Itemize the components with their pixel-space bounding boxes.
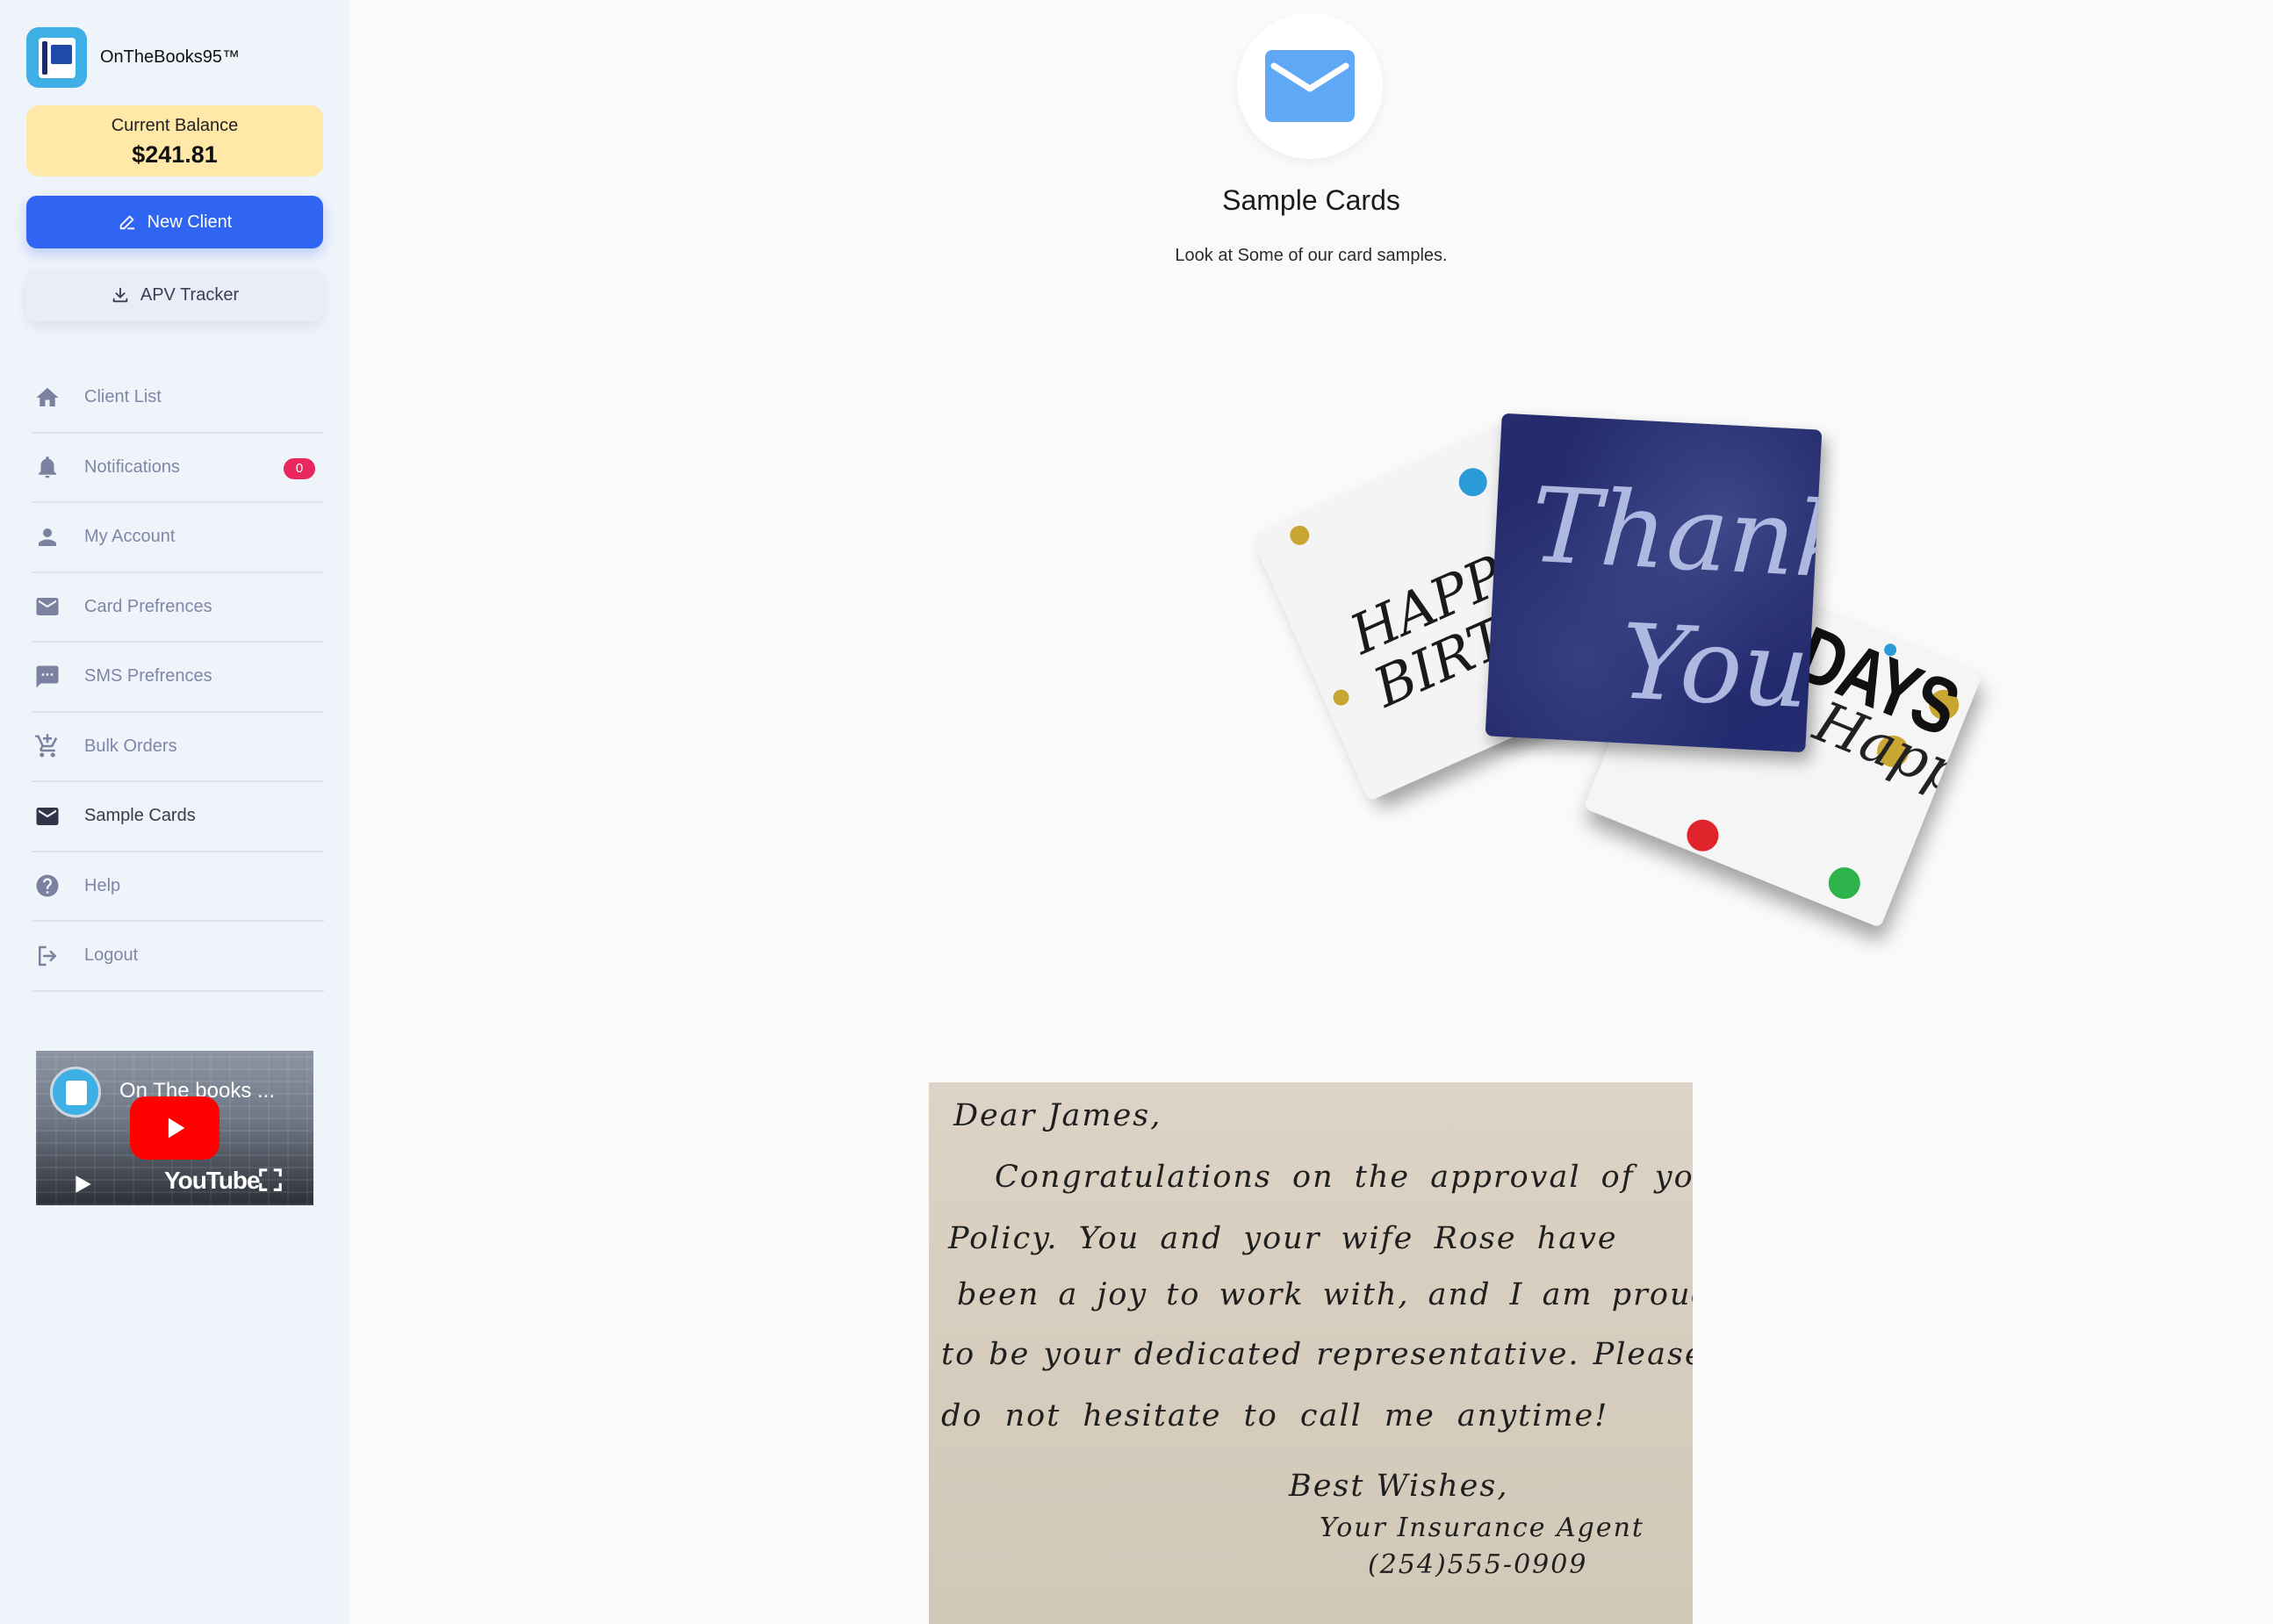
letter-line: Best Wishes, (1289, 1469, 1509, 1504)
notification-count-badge: 0 (284, 457, 315, 479)
logout-icon (32, 941, 62, 971)
app-logo (26, 26, 87, 88)
letter-line: Your Insurance Agent (1320, 1513, 1644, 1543)
sidebar: OnTheBooks95™ Current Balance $241.81 Ne… (0, 0, 349, 1624)
sidebar-item-logout[interactable]: Logout (32, 922, 324, 992)
thank-you-card-text: Thank You (1521, 459, 1823, 739)
sidebar-item-label: Notifications (84, 456, 180, 477)
new-client-label: New Client (147, 212, 233, 232)
letter-line: Policy. You and your wife Rose have (948, 1221, 1618, 1256)
main-content: Sample Cards Look at Some of our card sa… (349, 0, 2273, 1624)
sample-cards-stack: HAPPY BIRTHDAY Happy HOLIDAYS Thank You (1251, 395, 2026, 992)
mail-icon (32, 801, 62, 831)
person-icon (32, 522, 62, 552)
sidebar-item-notifications[interactable]: Notifications 0 (32, 434, 324, 503)
sidebar-item-card-preferences[interactable]: Card Prefrences (32, 573, 324, 643)
letter-line: Congratulations on the approval of your (995, 1160, 1693, 1195)
sidebar-item-label: Card Prefrences (84, 596, 212, 616)
page-subtitle: Look at Some of our card samples. (1175, 246, 1448, 265)
download-icon (112, 287, 128, 303)
sidebar-item-my-account[interactable]: My Account (32, 503, 324, 573)
letter-line: to be your dedicated representative. Ple… (941, 1337, 1693, 1372)
balance-value: $241.81 (132, 141, 218, 168)
fullscreen-icon[interactable] (257, 1167, 284, 1193)
letter-line: Dear James, (953, 1098, 1162, 1133)
header-mail-badge (1237, 13, 1383, 159)
channel-avatar[interactable] (50, 1067, 101, 1117)
sidebar-item-help[interactable]: Help (32, 852, 324, 922)
cart-icon (32, 731, 62, 761)
brand[interactable]: OnTheBooks95™ (26, 26, 240, 88)
pencil-icon (119, 215, 134, 230)
sidebar-item-sms-preferences[interactable]: SMS Prefrences (32, 643, 324, 713)
bell-icon (32, 452, 62, 482)
mail-icon (1265, 50, 1355, 122)
sidebar-item-sample-cards[interactable]: Sample Cards (32, 782, 324, 852)
youtube-play-button[interactable] (130, 1096, 219, 1160)
sidebar-nav: Client List Notifications 0 My Account C… (32, 363, 324, 992)
sidebar-item-label: Logout (84, 945, 139, 966)
sidebar-item-label: SMS Prefrences (84, 666, 212, 686)
page-title: Sample Cards (1222, 184, 1400, 216)
youtube-logo[interactable]: YouTube (164, 1167, 261, 1195)
sidebar-item-label: Bulk Orders (84, 736, 177, 756)
mail-icon (32, 592, 62, 622)
help-icon (32, 871, 62, 901)
youtube-video-embed[interactable]: On The books ... YouTube (36, 1051, 313, 1205)
home-icon (32, 383, 62, 413)
sidebar-item-bulk-orders[interactable]: Bulk Orders (32, 713, 324, 782)
play-control-icon[interactable] (71, 1172, 94, 1196)
brand-name: OnTheBooks95™ (100, 47, 240, 67)
letter-line: been a joy to work with, and I am proud (957, 1277, 1693, 1312)
letter-line: do not hesitate to call me anytime! (941, 1398, 1609, 1434)
letter-line: (254)555-0909 (1368, 1549, 1588, 1580)
chat-icon (32, 662, 62, 692)
handwritten-letter-sample: Dear James, Congratulations on the appro… (929, 1082, 1693, 1624)
sidebar-item-client-list[interactable]: Client List (32, 363, 324, 434)
play-icon (168, 1117, 185, 1139)
balance-card: Current Balance $241.81 (26, 105, 323, 176)
sidebar-item-label: My Account (84, 527, 176, 547)
sidebar-item-label: Sample Cards (84, 806, 196, 826)
sidebar-item-label: Help (84, 875, 121, 895)
balance-label: Current Balance (111, 116, 239, 135)
thank-you-card: Thank You (1485, 413, 1823, 753)
apv-tracker-label: APV Tracker (140, 284, 240, 305)
apv-tracker-button[interactable]: APV Tracker (26, 269, 323, 321)
new-client-button[interactable]: New Client (26, 196, 323, 248)
thank-you-line-2: You (1617, 600, 1813, 732)
thank-you-line-1: Thank (1528, 463, 1823, 603)
sidebar-item-label: Client List (84, 387, 162, 407)
